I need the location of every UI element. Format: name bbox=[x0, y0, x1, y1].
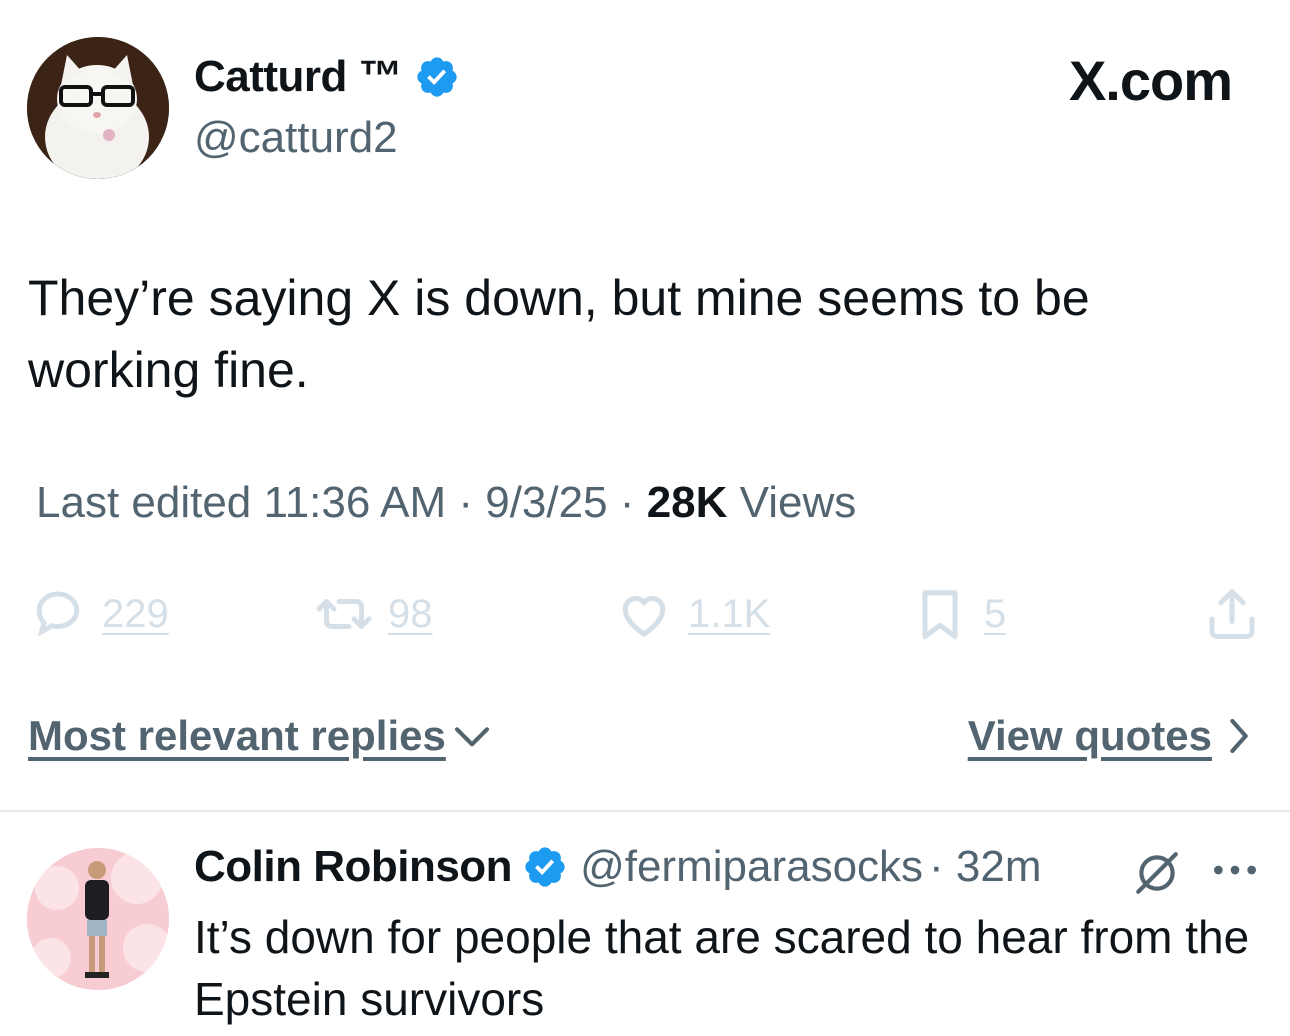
share-button[interactable] bbox=[1202, 584, 1262, 644]
reply-header: Colin Robinson @fermiparasocks · 32m bbox=[194, 842, 1042, 892]
more-options-icon[interactable] bbox=[1210, 850, 1260, 890]
sort-replies-label: Most relevant replies bbox=[28, 712, 446, 759]
tweet-text: They’re saying X is down, but mine seems… bbox=[28, 270, 1090, 398]
views-label: Views bbox=[739, 478, 857, 527]
edited-timestamp[interactable]: Last edited 11:36 AM · 9/3/25 bbox=[36, 478, 608, 527]
reply-timestamp[interactable]: · 32m bbox=[929, 842, 1041, 892]
sort-replies-dropdown[interactable]: Most relevant replies bbox=[28, 712, 492, 760]
reply-author-handle[interactable]: @fermiparasocks bbox=[580, 842, 923, 892]
like-button[interactable]: 1.1K bbox=[614, 584, 770, 644]
like-icon bbox=[622, 596, 666, 637]
author-name-text[interactable]: Catturd ™ bbox=[194, 52, 403, 102]
author-avatar[interactable] bbox=[27, 37, 169, 179]
bookmark-icon bbox=[922, 590, 958, 639]
reply-button[interactable]: 229 bbox=[28, 584, 169, 644]
view-quotes-label: View quotes bbox=[967, 712, 1212, 759]
like-count: 1.1K bbox=[688, 591, 771, 636]
reply-icon bbox=[36, 591, 80, 637]
grok-icon[interactable] bbox=[1132, 848, 1182, 898]
brand-logo: X.com bbox=[1068, 49, 1233, 112]
bookmark-count: 5 bbox=[984, 591, 1007, 636]
repost-icon bbox=[316, 599, 372, 629]
tweet-meta: Last edited 11:36 AM · 9/3/25 · 28K View… bbox=[36, 478, 856, 528]
divider bbox=[0, 810, 1290, 812]
reply-author-name[interactable]: Colin Robinson bbox=[194, 842, 513, 892]
view-quotes-link[interactable]: View quotes bbox=[968, 712, 1252, 760]
reply-text: It’s down for people that are scared to … bbox=[194, 911, 1250, 1025]
person-avatar-image bbox=[27, 848, 169, 990]
author-handle[interactable]: @catturd2 bbox=[194, 113, 398, 163]
chevron-right-icon bbox=[1230, 718, 1248, 754]
repost-count: 98 bbox=[388, 591, 433, 636]
verified-badge-icon bbox=[525, 847, 565, 887]
repost-button[interactable]: 98 bbox=[314, 584, 433, 644]
verified-badge-icon bbox=[417, 57, 457, 97]
cat-avatar-image bbox=[27, 37, 169, 179]
views-count: 28K bbox=[646, 478, 728, 527]
reply-count: 229 bbox=[102, 591, 169, 636]
bookmark-button[interactable]: 5 bbox=[910, 584, 1006, 644]
author-name[interactable]: Catturd ™ bbox=[194, 52, 460, 102]
chevron-down-icon bbox=[454, 727, 489, 747]
reply-author-avatar[interactable] bbox=[27, 848, 169, 990]
meta-separator: · bbox=[607, 478, 647, 527]
share-icon bbox=[1209, 589, 1255, 639]
